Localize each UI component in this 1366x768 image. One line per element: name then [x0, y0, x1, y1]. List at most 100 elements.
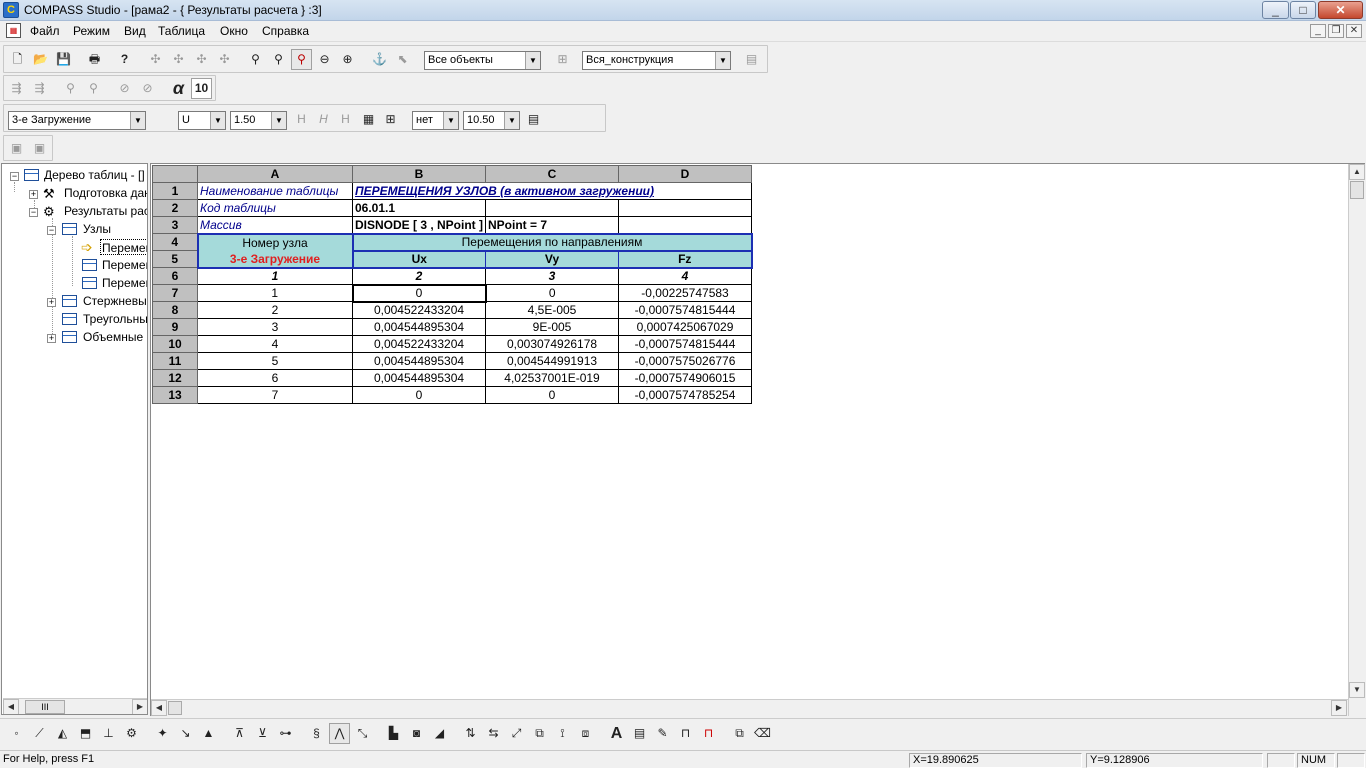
fz-cell[interactable]: -0,00225747583	[618, 284, 753, 302]
vy-cell[interactable]: 0	[485, 386, 620, 404]
node-copy-icon[interactable]: ⚲	[60, 78, 81, 99]
tree-expand-icon[interactable]: +	[47, 334, 56, 343]
load-rod-icon[interactable]: ↘	[175, 723, 196, 744]
node-add-icon[interactable]: ⇶	[6, 78, 27, 99]
import-icon[interactable]: ▣	[29, 138, 50, 159]
note-icon[interactable]: ▤	[629, 723, 650, 744]
table-settings-icon[interactable]: ▤	[523, 109, 544, 130]
vy-cell[interactable]: 9E-005	[485, 318, 620, 336]
alpha-icon[interactable]: α	[168, 78, 189, 99]
cell-c3[interactable]: NPoint = 7	[485, 216, 620, 234]
pan-icon[interactable]: ⚓	[369, 49, 390, 70]
scale-select[interactable]: 1.50 ▼	[230, 111, 287, 130]
construction-select[interactable]: Вся_конструкция ▼	[582, 51, 731, 70]
cell-b4-displacements-header[interactable]: Перемещения по направлениям	[351, 232, 753, 252]
row-header[interactable]: 10	[152, 335, 198, 353]
column-header[interactable]: C	[485, 165, 620, 183]
horizontal-scrollbar[interactable]: ◀ ▶	[151, 699, 1348, 716]
plate-tool-icon[interactable]: ◭	[52, 723, 73, 744]
tree-expand-icon[interactable]: +	[29, 190, 38, 199]
scroll-left-icon[interactable]: ◀	[151, 700, 167, 716]
column-header[interactable]: D	[618, 165, 753, 183]
menu-mode[interactable]: Режим	[73, 24, 110, 38]
fz-cell[interactable]: -0,0007574906015	[618, 369, 753, 387]
tree-item-results[interactable]: Результаты расчета	[64, 203, 147, 219]
vy-cell[interactable]: 0,003074926178	[485, 335, 620, 353]
grid-format-icon[interactable]: ⊞	[380, 109, 401, 130]
menu-view[interactable]: Вид	[124, 24, 146, 38]
minimize-button[interactable]: _	[1262, 1, 1289, 19]
row-header[interactable]: 1	[152, 182, 198, 200]
node-mirror-icon[interactable]: ⚲	[83, 78, 104, 99]
italic-icon[interactable]: H	[313, 109, 334, 130]
rotate-z-icon[interactable]: ✣	[191, 49, 212, 70]
vy-cell[interactable]: 4,5E-005	[485, 301, 620, 319]
section-icon[interactable]: §	[306, 723, 327, 744]
cell-a6[interactable]: 1	[197, 267, 353, 285]
net-select[interactable]: нет ▼	[412, 111, 459, 130]
ux-cell[interactable]: 0	[351, 386, 487, 404]
spring-icon[interactable]: ⊶	[275, 723, 296, 744]
chevron-down-icon[interactable]: ▼	[443, 112, 458, 129]
measure-icon[interactable]: ⊓	[675, 723, 696, 744]
tree-root[interactable]: Дерево таблиц - []	[44, 167, 145, 183]
deform-icon[interactable]: ⤡	[352, 723, 373, 744]
new-file-icon[interactable]: 🗋	[7, 49, 28, 70]
properties-icon[interactable]: ▤	[741, 49, 762, 70]
ux-cell[interactable]: 0,004522433204	[351, 335, 487, 353]
row-header[interactable]: 6	[152, 267, 198, 285]
cell-format-icon[interactable]: ▦	[358, 109, 379, 130]
row-header[interactable]: 8	[152, 301, 198, 319]
zoom-icon[interactable]: ⚲	[245, 49, 266, 70]
rotate-y-icon[interactable]: ✣	[168, 49, 189, 70]
chevron-down-icon[interactable]: ▼	[210, 112, 225, 129]
node-cell[interactable]: 5	[197, 352, 353, 370]
node-cell[interactable]: 2	[197, 301, 353, 319]
mdi-minimize-button[interactable]: _	[1310, 24, 1326, 38]
context-help-icon[interactable]: ?	[114, 49, 135, 70]
row-header[interactable]: 9	[152, 318, 198, 336]
cell-b2[interactable]: 06.01.1	[351, 199, 487, 217]
dim4-icon[interactable]: ⧉	[529, 723, 550, 744]
row-header[interactable]: 2	[152, 199, 198, 217]
mesh-icon[interactable]: ◢	[429, 723, 450, 744]
row-header[interactable]: 13	[152, 386, 198, 404]
tree-item-nodes[interactable]: Узлы	[83, 221, 111, 237]
cell-d2[interactable]	[618, 199, 753, 217]
scroll-up-icon[interactable]: ▲	[1349, 164, 1365, 180]
fz-cell[interactable]: -0,0007575026776	[618, 352, 753, 370]
scroll-left-icon[interactable]: ◀	[3, 699, 19, 714]
tree-item-displacements-2[interactable]: Перемещения	[102, 257, 147, 273]
column-header[interactable]: B	[351, 165, 487, 183]
vy-cell[interactable]: 0	[485, 284, 620, 302]
export-icon[interactable]: ▣	[6, 138, 27, 159]
rotate-view-icon[interactable]: ✣	[214, 49, 235, 70]
load-node-icon[interactable]: ✦	[152, 723, 173, 744]
vy-cell[interactable]: 4,02537001E-019	[485, 369, 620, 387]
node-z-icon[interactable]: ⊘	[114, 78, 135, 99]
dim5-icon[interactable]: ⟟	[552, 723, 573, 744]
maximize-button[interactable]: □	[1290, 1, 1316, 19]
node-tool-icon[interactable]: ◦	[6, 723, 27, 744]
mdi-close-button[interactable]: ✕	[1346, 24, 1362, 38]
chevron-down-icon[interactable]: ▼	[271, 112, 286, 129]
vertical-scrollbar[interactable]: ▲ ▼	[1348, 164, 1365, 716]
menu-table[interactable]: Таблица	[158, 24, 205, 38]
rotate-x-icon[interactable]: ✣	[145, 49, 166, 70]
direction-select[interactable]: U ▼	[178, 111, 226, 130]
pen-icon[interactable]: ✎	[652, 723, 673, 744]
tree-horizontal-scrollbar[interactable]: ◀ III ▶	[3, 698, 147, 714]
axes-tool-icon[interactable]: ⊥	[98, 723, 119, 744]
dim2-icon[interactable]: ⇆	[483, 723, 504, 744]
fz-cell[interactable]: -0,0007574815444	[618, 335, 753, 353]
rod-tool-icon[interactable]: ⟋	[29, 723, 50, 744]
text-tool-icon[interactable]: A	[606, 723, 627, 744]
scroll-thumb[interactable]	[168, 701, 182, 715]
tree-item-displacements-3[interactable]: Перемещения	[102, 275, 147, 291]
zoom-window-icon[interactable]: ⚲	[268, 49, 289, 70]
save-icon[interactable]: 💾	[53, 49, 74, 70]
tree-item-rods[interactable]: Стержневые	[83, 293, 147, 309]
tree-item-triangles[interactable]: Треугольные	[83, 311, 147, 327]
material-icon[interactable]: ▙	[383, 723, 404, 744]
zoom-in-icon[interactable]: ⊕	[337, 49, 358, 70]
